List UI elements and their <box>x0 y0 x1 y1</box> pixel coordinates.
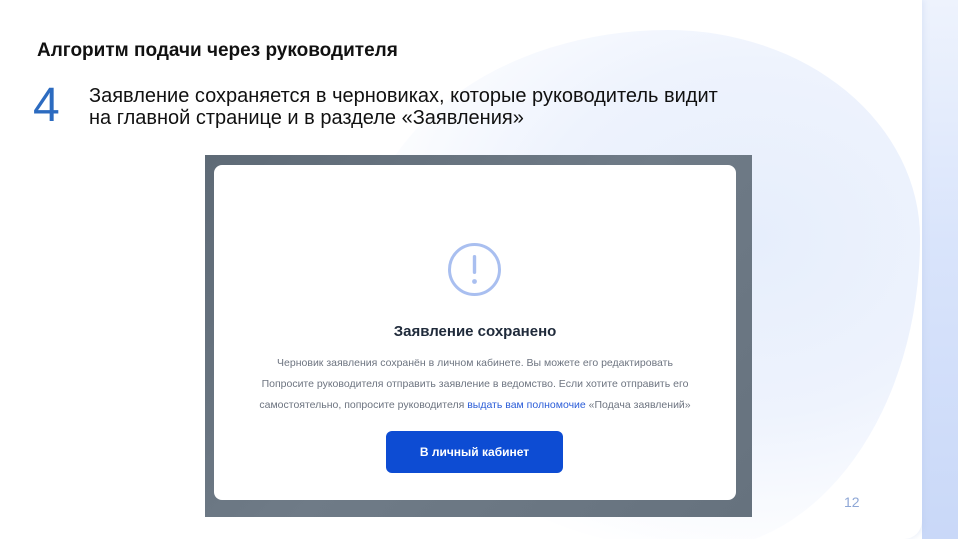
personal-cabinet-button[interactable]: В личный кабинет <box>386 431 563 473</box>
step-number: 4 <box>33 79 60 132</box>
slide-edge-decoration <box>922 0 958 539</box>
dialog-message-line: самостоятельно, попросите руководителя в… <box>234 395 716 416</box>
embedded-screenshot: Заявление сохранено Черновик заявления с… <box>205 155 752 517</box>
dialog-message-line: Попросите руководителя отправить заявлен… <box>261 378 689 390</box>
step-description: Заявление сохраняется в черновиках, кото… <box>89 85 718 129</box>
grant-permission-link[interactable]: выдать вам полномочие <box>467 399 586 411</box>
dialog-message-text: самостоятельно, попросите руководителя <box>259 399 468 411</box>
exclamation-circle-icon <box>448 243 501 296</box>
dialog-message-text: «Подача заявлений» <box>585 399 691 411</box>
slide-canvas: Алгоритм подачи через руководителя 4 Зая… <box>0 0 922 539</box>
page-number: 12 <box>844 494 860 510</box>
slide-title: Алгоритм подачи через руководителя <box>37 40 398 61</box>
dialog-title: Заявление сохранено <box>393 323 557 340</box>
dialog-message: Черновик заявления сохранён в личном каб… <box>234 353 716 416</box>
presentation-slide: Алгоритм подачи через руководителя 4 Зая… <box>0 0 958 539</box>
dialog-message-line: Черновик заявления сохранён в личном каб… <box>277 357 673 369</box>
saved-dialog: Заявление сохранено Черновик заявления с… <box>214 165 736 500</box>
